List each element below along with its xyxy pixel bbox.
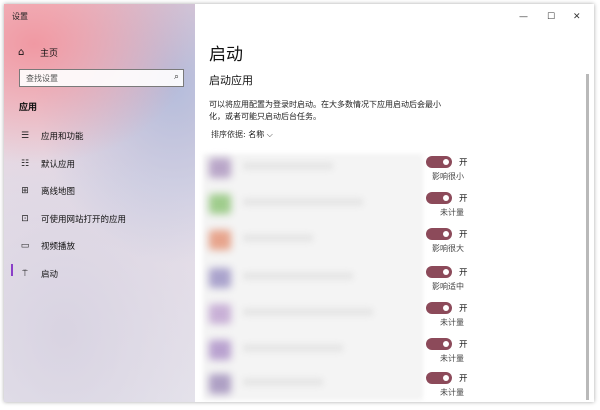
startup-toggle[interactable]: [426, 372, 452, 384]
window-title: 设置: [12, 12, 28, 21]
startup-app-row: 开 影响很小: [195, 150, 495, 186]
apps-list-icon: ☰: [20, 131, 30, 141]
sidebar-item-offline-maps[interactable]: ⊞ 离线地图: [18, 185, 75, 197]
scrollbar[interactable]: [586, 74, 589, 400]
search-icon[interactable]: ⌕: [174, 72, 179, 82]
startup-impact: 未计量: [440, 388, 464, 397]
toggle-state: 开: [459, 230, 468, 240]
startup-app-row: 开 影响很大: [195, 222, 495, 258]
app-icon: [209, 268, 231, 288]
app-icon: [209, 374, 231, 394]
startup-app-row: 开 未计量: [195, 332, 495, 368]
startup-app-row: 开 未计量: [195, 366, 495, 402]
sidebar-section-title: 应用: [19, 103, 38, 113]
startup-impact: 影响适中: [432, 282, 464, 291]
startup-toggle[interactable]: [426, 228, 452, 240]
app-name-blurred: [243, 272, 353, 280]
sidebar-item-label: 视频播放: [41, 242, 76, 252]
sort-value: 名称: [248, 130, 265, 139]
startup-impact: 未计量: [440, 208, 464, 217]
app-icon: [209, 304, 231, 324]
app-name-blurred: [243, 308, 373, 316]
app-name-blurred: [243, 234, 313, 242]
startup-impact: 未计量: [440, 354, 464, 363]
active-indicator: [11, 264, 13, 276]
toggle-state: 开: [459, 340, 468, 350]
toggle-state: 开: [459, 304, 468, 314]
app-name-blurred: [243, 344, 343, 352]
sidebar-item-default-apps[interactable]: ☷ 默认应用: [18, 158, 75, 170]
maximize-button[interactable]: ☐: [547, 12, 555, 22]
toggle-state: 开: [459, 158, 468, 168]
toggle-state: 开: [459, 374, 468, 384]
sort-dropdown[interactable]: 排序依据: 名称 ⌵: [211, 129, 273, 140]
app-name-blurred: [243, 162, 333, 170]
main-content: — ☐ ✕ 启动 启动应用 可以将应用配置为登录时启动。在大多数情况下应用启动后…: [195, 4, 594, 402]
startup-toggle[interactable]: [426, 338, 452, 350]
sidebar-item-label: 默认应用: [41, 160, 76, 170]
startup-toggle[interactable]: [426, 192, 452, 204]
sidebar-item-apps-features[interactable]: ☰ 应用和功能: [18, 130, 84, 142]
startup-app-row: 开 影响适中: [195, 260, 495, 296]
startup-toggle[interactable]: [426, 302, 452, 314]
app-name-blurred: [243, 198, 363, 206]
sidebar-item-label: 启动: [41, 270, 59, 280]
video-icon: ▭: [20, 241, 30, 251]
sidebar-item-label: 可使用网站打开的应用: [41, 215, 127, 225]
startup-impact: 影响很小: [432, 172, 464, 181]
sidebar-item-startup[interactable]: ⍡ 启动: [18, 268, 58, 280]
sidebar-item-label: 离线地图: [41, 187, 76, 197]
startup-toggle[interactable]: [426, 266, 452, 278]
minimize-button[interactable]: —: [519, 12, 528, 22]
sidebar-item-label: 应用和功能: [41, 132, 84, 142]
startup-impact: 未计量: [440, 318, 464, 327]
website-icon: ⊡: [21, 214, 29, 224]
search-box[interactable]: ⌕: [19, 69, 184, 87]
startup-app-row: 开 未计量: [195, 296, 495, 332]
home-icon: ⌂: [18, 47, 25, 58]
toggle-state: 开: [459, 194, 468, 204]
app-name-blurred: [243, 378, 323, 386]
sidebar-item-home[interactable]: ⌂ 主页: [18, 46, 58, 59]
startup-app-row: 开 未计量: [195, 186, 495, 222]
section-heading: 启动应用: [209, 74, 253, 87]
startup-impact: 影响很大: [432, 244, 464, 253]
sort-label: 排序依据:: [211, 130, 246, 139]
app-icon: [209, 194, 231, 214]
chevron-down-icon: ⌵: [266, 130, 273, 139]
page-title: 启动: [209, 45, 243, 65]
startup-icon: ⍡: [22, 269, 28, 279]
map-icon: ⊞: [21, 186, 29, 196]
toggle-state: 开: [459, 268, 468, 278]
app-icon: [209, 340, 231, 360]
app-icon: [209, 230, 231, 250]
app-icon: [209, 158, 231, 178]
sidebar-item-apps-for-websites[interactable]: ⊡ 可使用网站打开的应用: [18, 213, 126, 225]
section-description: 可以将应用配置为登录时启动。在大多数情况下应用启动后会最小化，或者可能只启动后台…: [209, 100, 441, 121]
settings-window: 设置 ⌂ 主页 ⌕ 应用 ☰ 应用和功能 ☷ 默认应用 ⊞ 离线地图 ⊡ 可使用…: [4, 4, 594, 402]
home-label: 主页: [40, 49, 59, 59]
close-button[interactable]: ✕: [573, 12, 581, 22]
sidebar-item-video-playback[interactable]: ▭ 视频播放: [18, 240, 75, 252]
startup-toggle[interactable]: [426, 156, 452, 168]
search-input[interactable]: [26, 72, 166, 84]
default-apps-icon: ☷: [20, 159, 30, 169]
sidebar: 设置 ⌂ 主页 ⌕ 应用 ☰ 应用和功能 ☷ 默认应用 ⊞ 离线地图 ⊡ 可使用…: [4, 4, 195, 402]
